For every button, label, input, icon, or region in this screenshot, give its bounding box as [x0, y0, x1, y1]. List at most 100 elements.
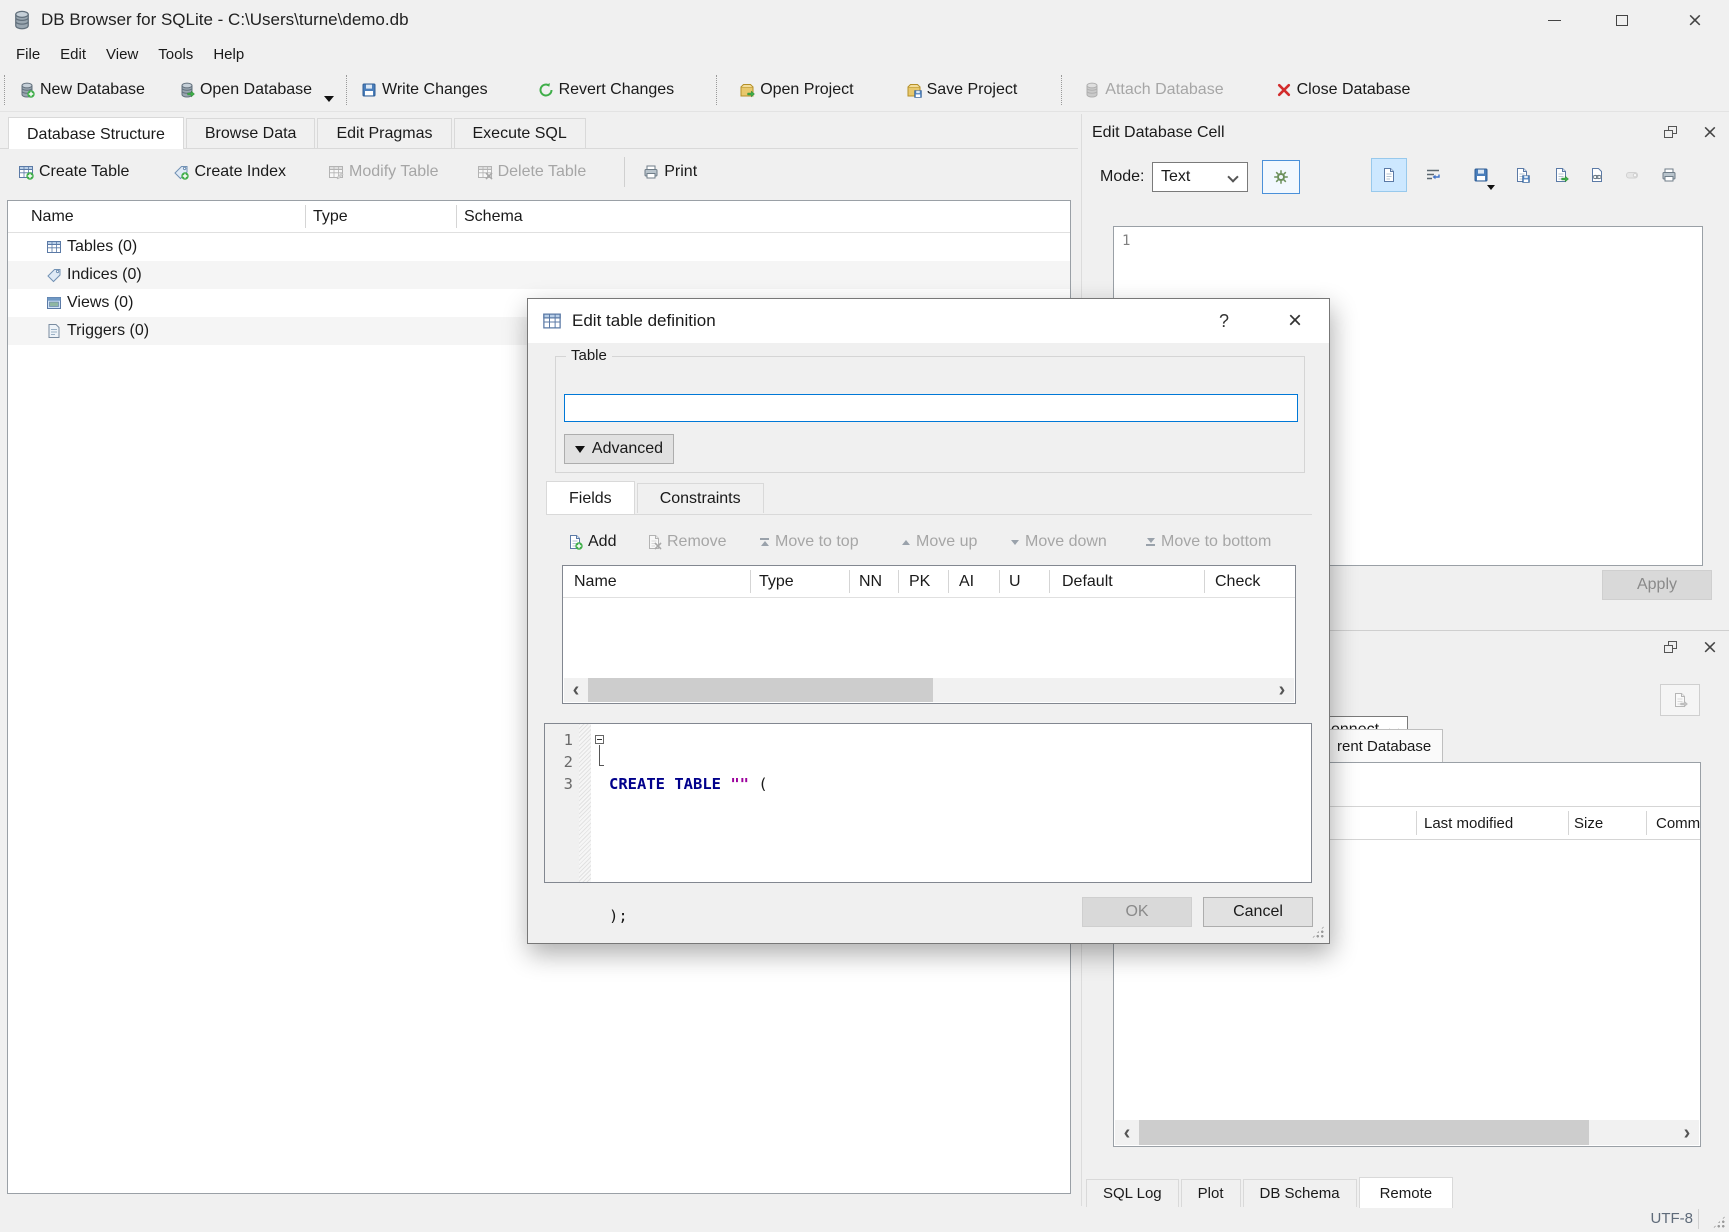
dialog-help-button[interactable]: ?: [1204, 299, 1244, 343]
column-separator[interactable]: [456, 205, 457, 228]
close-database-button[interactable]: Close Database: [1270, 73, 1417, 107]
remove-field-button[interactable]: Remove: [646, 527, 727, 557]
export-text-button[interactable]: [1543, 158, 1579, 192]
save-as-button[interactable]: [1504, 158, 1540, 192]
tab-edit-pragmas[interactable]: Edit Pragmas: [317, 118, 451, 148]
dialog-close-button[interactable]: ×: [1273, 299, 1317, 343]
panel-float-icon[interactable]: [1664, 641, 1677, 653]
move-down-button[interactable]: Move down: [1011, 527, 1107, 557]
open-in-app-button[interactable]: [1579, 158, 1615, 192]
column-default[interactable]: Default: [1062, 566, 1113, 597]
mode-select[interactable]: Text: [1152, 162, 1248, 192]
advanced-toggle-button[interactable]: Advanced: [564, 434, 674, 464]
column-separator[interactable]: [1204, 570, 1205, 593]
column-check[interactable]: Check: [1215, 566, 1260, 597]
column-ai[interactable]: AI: [959, 566, 974, 597]
column-nn[interactable]: NN: [859, 566, 882, 597]
move-to-top-button[interactable]: Move to top: [760, 527, 859, 557]
revert-changes-button[interactable]: Revert Changes: [532, 73, 681, 107]
column-type[interactable]: Type: [759, 566, 794, 597]
set-null-button[interactable]: [1614, 158, 1650, 192]
window-resize-grip[interactable]: [1712, 1215, 1726, 1229]
tree-row-tables[interactable]: Tables (0): [8, 233, 1070, 261]
open-database-dropdown[interactable]: [318, 72, 340, 108]
fold-marker-icon[interactable]: [595, 735, 604, 744]
table-name-input[interactable]: [564, 394, 1298, 422]
menu-tools[interactable]: Tools: [148, 42, 203, 67]
tab-constraints[interactable]: Constraints: [637, 483, 764, 513]
close-button[interactable]: ×: [1672, 3, 1718, 37]
column-separator[interactable]: [1646, 811, 1647, 835]
column-separator[interactable]: [849, 570, 850, 593]
scroll-right-arrow[interactable]: ›: [1270, 678, 1294, 702]
word-wrap-button[interactable]: [1415, 158, 1451, 192]
import-text-button[interactable]: [1463, 158, 1499, 192]
print-button[interactable]: Print: [637, 155, 703, 189]
new-database-button[interactable]: New Database: [13, 73, 151, 107]
menu-edit[interactable]: Edit: [50, 42, 96, 67]
tree-column-schema[interactable]: Schema: [464, 201, 523, 232]
scroll-thumb[interactable]: [1139, 1120, 1589, 1145]
open-project-button[interactable]: Open Project: [733, 73, 859, 107]
print-cell-button[interactable]: [1651, 158, 1687, 192]
column-u[interactable]: U: [1009, 566, 1021, 597]
apply-button[interactable]: Apply: [1602, 570, 1712, 600]
delete-table-button[interactable]: Delete Table: [471, 155, 593, 189]
write-changes-button[interactable]: Write Changes: [355, 73, 494, 107]
move-to-bottom-button[interactable]: Move to bottom: [1146, 527, 1271, 557]
menu-help[interactable]: Help: [203, 42, 254, 67]
tree-column-name[interactable]: Name: [31, 201, 74, 232]
panel-float-icon[interactable]: [1664, 126, 1677, 138]
dialog-resize-grip[interactable]: [1311, 925, 1325, 939]
tab-plot[interactable]: Plot: [1181, 1179, 1241, 1207]
column-separator[interactable]: [999, 570, 1000, 593]
scroll-right-arrow[interactable]: ›: [1675, 1120, 1699, 1145]
toolbar-drag-handle[interactable]: [4, 75, 5, 105]
tab-sql-log[interactable]: SQL Log: [1086, 1179, 1179, 1207]
column-size[interactable]: Size: [1574, 807, 1603, 839]
column-pk[interactable]: PK: [909, 566, 930, 597]
scroll-left-arrow[interactable]: ‹: [1115, 1120, 1139, 1145]
column-separator[interactable]: [898, 570, 899, 593]
remote-push-button[interactable]: [1660, 684, 1700, 716]
column-separator[interactable]: [1568, 811, 1569, 835]
cancel-button[interactable]: Cancel: [1203, 897, 1313, 927]
panel-close-icon[interactable]: ×: [1702, 638, 1718, 657]
tree-column-type[interactable]: Type: [313, 201, 348, 232]
scroll-left-arrow[interactable]: ‹: [564, 678, 588, 702]
column-separator[interactable]: [1416, 811, 1417, 835]
tab-browse-data[interactable]: Browse Data: [186, 118, 316, 148]
tab-execute-sql[interactable]: Execute SQL: [454, 118, 586, 148]
create-index-button[interactable]: Create Index: [167, 155, 292, 189]
text-document-mode-button[interactable]: [1371, 158, 1407, 192]
column-commit[interactable]: Comm: [1656, 807, 1700, 839]
scroll-thumb[interactable]: [588, 678, 933, 702]
maximize-button[interactable]: [1599, 3, 1645, 37]
tree-row-indices[interactable]: Indices (0): [8, 261, 1070, 289]
tab-database-structure[interactable]: Database Structure: [8, 117, 184, 149]
move-up-button[interactable]: Move up: [902, 527, 977, 557]
column-separator[interactable]: [948, 570, 949, 593]
menu-file[interactable]: File: [6, 42, 50, 67]
column-separator[interactable]: [750, 570, 751, 593]
sql-preview[interactable]: 1 2 3 CREATE TABLE "" ( );: [544, 723, 1312, 883]
column-separator[interactable]: [1049, 570, 1050, 593]
save-project-button[interactable]: Save Project: [900, 73, 1024, 107]
modify-table-button[interactable]: Modify Table: [322, 155, 445, 189]
column-last-modified[interactable]: Last modified: [1424, 807, 1513, 839]
mode-settings-toggle[interactable]: [1262, 160, 1300, 194]
tab-fields[interactable]: Fields: [546, 481, 635, 514]
column-name[interactable]: Name: [574, 566, 617, 597]
create-table-button[interactable]: Create Table: [12, 155, 135, 189]
ok-button[interactable]: OK: [1082, 897, 1192, 927]
add-field-button[interactable]: Add: [567, 527, 616, 557]
minimize-button[interactable]: [1531, 3, 1577, 37]
open-database-button[interactable]: Open Database: [173, 73, 318, 107]
menu-view[interactable]: View: [96, 42, 148, 67]
panel-close-icon[interactable]: ×: [1702, 123, 1718, 142]
tab-db-schema[interactable]: DB Schema: [1243, 1179, 1357, 1207]
column-separator[interactable]: [305, 205, 306, 228]
encoding-indicator[interactable]: UTF-8: [1651, 1210, 1694, 1227]
attach-database-button[interactable]: Attach Database: [1078, 73, 1229, 107]
tab-remote[interactable]: Remote: [1359, 1177, 1454, 1208]
